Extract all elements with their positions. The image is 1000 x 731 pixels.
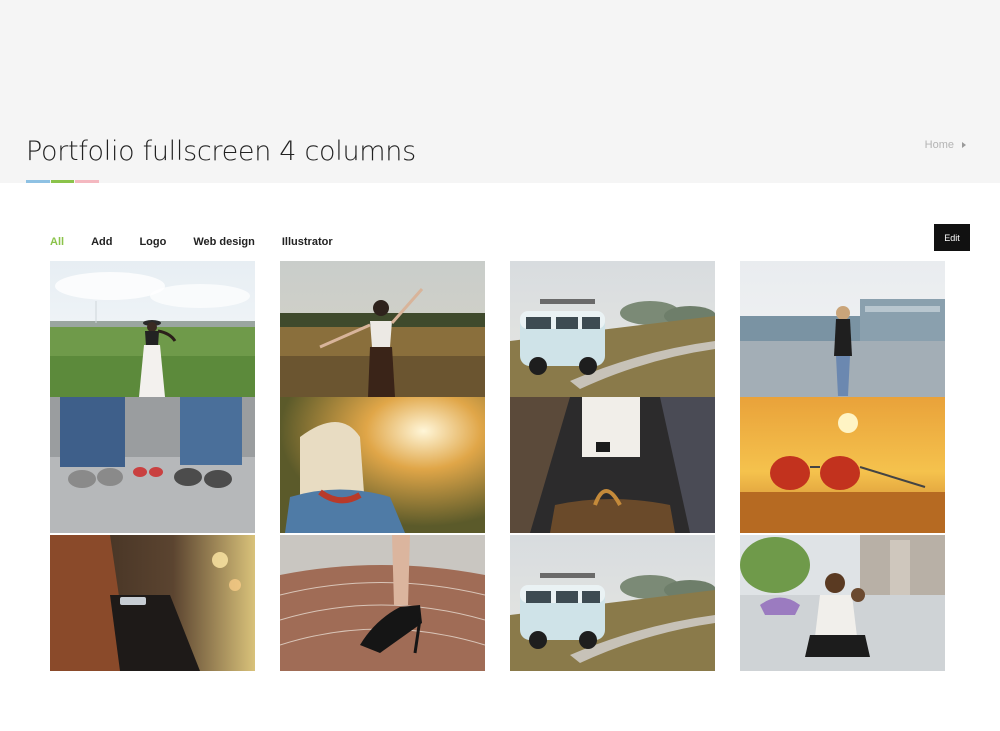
portfolio-item-woman-dancing[interactable] [280, 261, 485, 397]
portfolio-item-woman-in-meadow[interactable] [50, 261, 255, 397]
sunglasses-sunset-image [740, 397, 945, 533]
filter-all[interactable]: All [50, 236, 64, 248]
portfolio-item-jeans-sneakers[interactable] [50, 397, 255, 533]
portfolio-filters: All Add Logo Web design Illustrator [50, 236, 360, 248]
jeans-sneakers-image [50, 397, 255, 533]
underline-blue [26, 180, 50, 183]
underline-pink [75, 180, 100, 183]
filter-logo[interactable]: Logo [139, 236, 166, 248]
portfolio-item-escalator-handbag[interactable] [510, 397, 715, 533]
filter-add[interactable]: Add [91, 236, 112, 248]
portfolio-item-woman-parking-lot[interactable] [740, 261, 945, 397]
breadcrumb: Home [925, 139, 966, 151]
woman-dancing-image [280, 261, 485, 397]
portfolio-item-person-phone[interactable] [50, 535, 255, 671]
escalator-handbag-image [510, 397, 715, 533]
mother-child-street-image [740, 535, 945, 671]
page-title: Portfolio fullscreen 4 columns [26, 136, 416, 167]
vintage-van-image [510, 261, 715, 397]
blonde-woman-image [280, 397, 485, 533]
high-heel-image [280, 535, 485, 671]
filter-illustrator[interactable]: Illustrator [282, 236, 333, 248]
woman-in-meadow-image [50, 261, 255, 397]
portfolio-item-high-heel[interactable] [280, 535, 485, 671]
portfolio-item-vintage-van[interactable] [510, 261, 715, 397]
person-phone-image [50, 535, 255, 671]
underline-green [50, 180, 75, 183]
filter-web-design[interactable]: Web design [193, 236, 255, 248]
breadcrumb-home-link[interactable]: Home [925, 139, 954, 151]
portfolio-item-sunglasses-sunset[interactable] [740, 397, 945, 533]
chevron-right-icon [962, 142, 966, 148]
vintage-van-image [510, 535, 715, 671]
portfolio-item-vintage-van-2[interactable] [510, 535, 715, 671]
edit-button[interactable]: Edit [934, 224, 970, 251]
title-underline [26, 180, 100, 183]
portfolio-item-blonde-woman[interactable] [280, 397, 485, 533]
page-header: Portfolio fullscreen 4 columns Home [0, 0, 1000, 183]
portfolio-item-mother-child-street[interactable] [740, 535, 945, 671]
woman-parking-lot-image [740, 261, 945, 397]
